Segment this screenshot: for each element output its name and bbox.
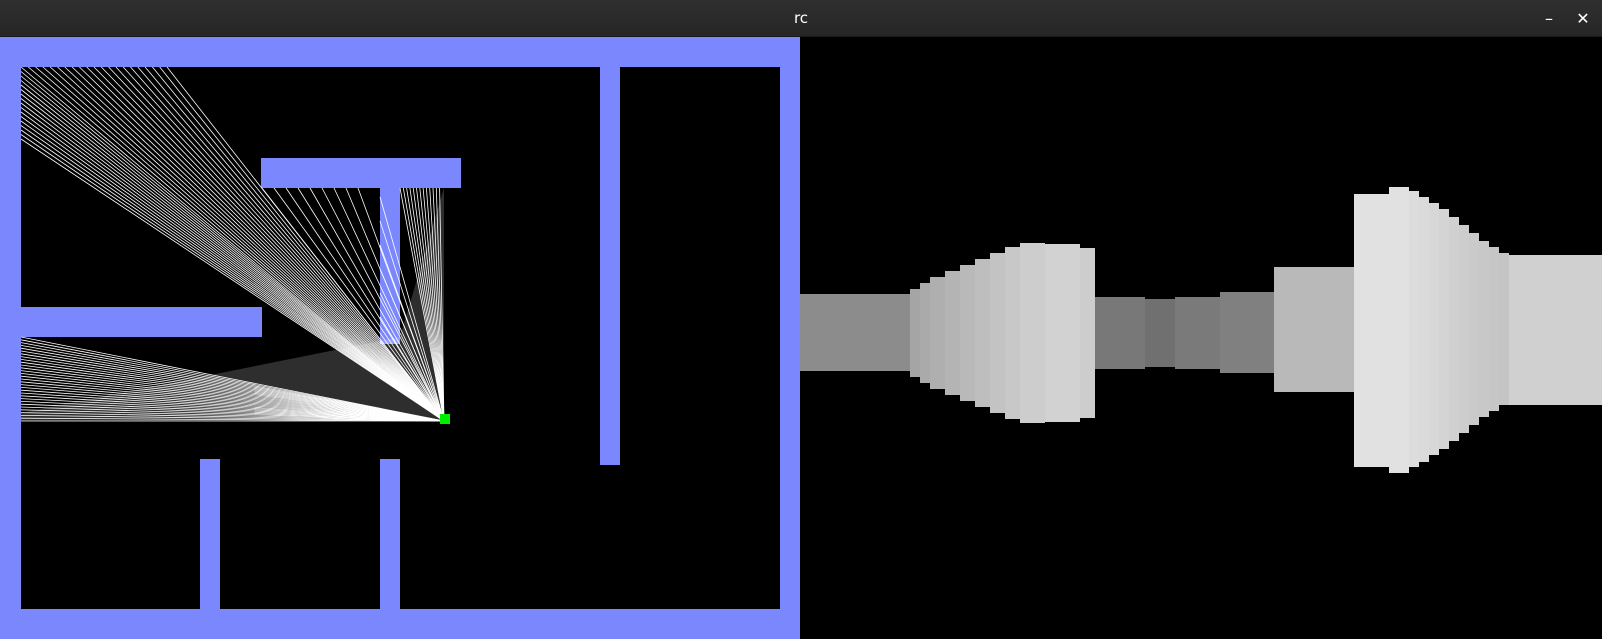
wall-slice [930,277,945,389]
wall-slice [920,283,930,383]
map-wall [21,307,262,337]
wall-slice [1175,297,1220,369]
wall-slice [1274,267,1354,392]
map-wall [600,67,620,465]
wall-slice [1145,299,1175,367]
close-icon: ✕ [1576,9,1590,28]
close-button[interactable]: ✕ [1570,6,1596,32]
app-window: rc – ✕ [0,0,1602,639]
first-person-view [800,37,1602,639]
wall-slice [1045,244,1080,422]
wall-slice [1499,253,1509,405]
render-area [0,37,1602,639]
wall-slice [1354,194,1389,467]
map-wall [380,459,400,609]
wall-slice [960,265,975,401]
wall-slice [1459,225,1469,433]
wall-slice [910,289,920,377]
wall-slice [1509,255,1602,405]
title-bar[interactable]: rc – ✕ [0,0,1602,37]
wall-slice [1419,197,1429,462]
wall-slice [1409,191,1419,467]
window-title: rc [793,9,809,27]
wall-slice [1429,203,1439,455]
wall-slice [945,271,960,395]
wall-slice [1439,209,1449,449]
wall-slice [800,294,910,371]
wall-slice [1005,247,1020,419]
player-marker [440,414,450,424]
wall-slice [1449,217,1459,441]
render-canvas [0,37,1602,639]
map-wall [261,158,461,188]
wall-slice [1469,233,1479,425]
minimize-icon: – [1545,9,1553,28]
wall-slice [1020,243,1045,423]
wall-slice [1080,248,1095,418]
wall-slice [1095,297,1145,369]
wall-slice [1220,292,1274,373]
map-wall [780,37,801,639]
map-wall [200,459,220,609]
wall-slice [975,259,990,407]
map-wall [0,37,800,67]
map-wall [0,609,800,639]
minimize-button[interactable]: – [1536,6,1562,32]
map-wall [0,37,21,639]
wall-slice [1389,187,1409,473]
wall-slice [990,253,1005,413]
wall-slice [1479,241,1489,417]
wall-slice [1489,247,1499,411]
